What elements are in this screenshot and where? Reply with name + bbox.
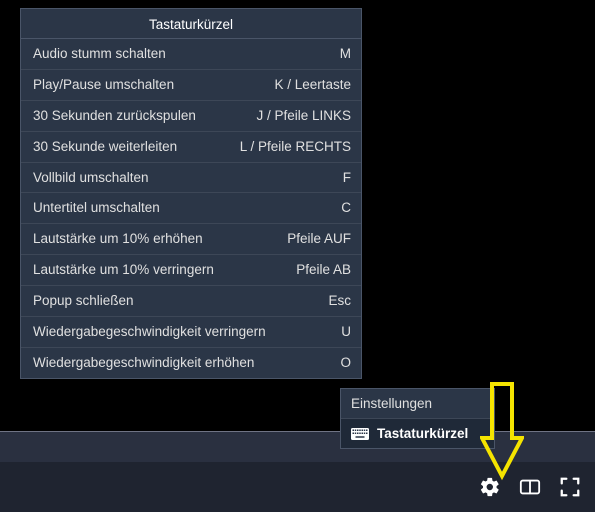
shortcut-row: Lautstärke um 10% verringern Pfeile AB (21, 255, 361, 286)
shortcut-label: Audio stumm schalten (33, 46, 332, 63)
shortcut-row: Play/Pause umschalten K / Leertaste (21, 70, 361, 101)
shortcut-row: 30 Sekunden zurückspulen J / Pfeile LINKS (21, 101, 361, 132)
shortcut-label: Popup schließen (33, 293, 320, 310)
shortcut-label: Untertitel umschalten (33, 200, 333, 217)
popup-title: Tastaturkürzel (21, 9, 361, 39)
keyboard-icon (351, 427, 369, 441)
shortcut-key: F (343, 170, 351, 185)
shortcut-key: Pfeile AUF (287, 231, 351, 246)
shortcut-row: Lautstärke um 10% erhöhen Pfeile AUF (21, 224, 361, 255)
submenu-label: Einstellungen (351, 396, 432, 411)
shortcut-row: 30 Sekunde weiterleiten L / Pfeile RECHTS (21, 132, 361, 163)
shortcut-key: O (340, 355, 351, 370)
theater-mode-icon[interactable] (519, 476, 541, 498)
shortcut-row: Audio stumm schalten M (21, 39, 361, 70)
shortcut-label: Play/Pause umschalten (33, 77, 266, 94)
shortcut-key: K / Leertaste (274, 77, 351, 92)
shortcut-label: Lautstärke um 10% erhöhen (33, 231, 279, 248)
shortcut-label: Lautstärke um 10% verringern (33, 262, 288, 279)
shortcut-key: U (341, 324, 351, 339)
shortcut-row: Vollbild umschalten F (21, 163, 361, 194)
shortcut-key: L / Pfeile RECHTS (240, 139, 351, 154)
shortcut-row: Wiedergabegeschwindigkeit verringern U (21, 317, 361, 348)
settings-submenu: Einstellungen Tastaturkürzel (340, 388, 495, 449)
keyboard-shortcuts-popup: Tastaturkürzel Audio stumm schalten M Pla… (20, 8, 362, 379)
shortcut-label: 30 Sekunde weiterleiten (33, 139, 232, 156)
shortcut-key: Pfeile AB (296, 262, 351, 277)
shortcut-label: 30 Sekunden zurückspulen (33, 108, 248, 125)
shortcut-key: Esc (328, 293, 351, 308)
player-control-bar (0, 432, 595, 512)
shortcut-row: Wiedergabegeschwindigkeit erhöhen O (21, 348, 361, 378)
shortcut-row: Popup schließen Esc (21, 286, 361, 317)
shortcut-row: Untertitel umschalten C (21, 193, 361, 224)
shortcut-key: C (341, 200, 351, 215)
submenu-label: Tastaturkürzel (377, 426, 468, 441)
shortcut-label: Wiedergabegeschwindigkeit erhöhen (33, 355, 332, 372)
shortcut-key: J / Pfeile LINKS (256, 108, 351, 123)
shortcut-key: M (340, 46, 351, 61)
submenu-item-settings[interactable]: Einstellungen (341, 389, 494, 419)
submenu-item-shortcuts[interactable]: Tastaturkürzel (341, 419, 494, 448)
gear-icon[interactable] (479, 476, 501, 498)
shortcut-label: Wiedergabegeschwindigkeit verringern (33, 324, 333, 341)
fullscreen-icon[interactable] (559, 476, 581, 498)
shortcut-label: Vollbild umschalten (33, 170, 335, 187)
player-controls-right (479, 476, 581, 498)
